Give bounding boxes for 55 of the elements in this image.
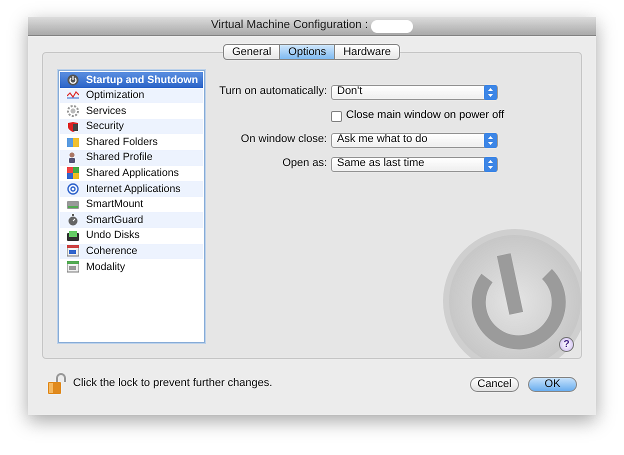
drive-icon (67, 198, 79, 211)
redaction-mark (371, 20, 414, 32)
tab[interactable]: Hardware (334, 44, 400, 60)
category-item[interactable]: Coherence (60, 244, 203, 260)
stepper-icon (484, 132, 497, 148)
field-label: Open as: (281, 157, 328, 171)
dialog-button[interactable]: OK (528, 376, 577, 392)
category-label: Optimization (86, 89, 144, 102)
category-label: Shared Folders (86, 136, 158, 148)
category-item[interactable]: Services (60, 103, 203, 119)
stepper-icon (484, 84, 497, 100)
tab[interactable]: General (223, 44, 280, 60)
category-item[interactable]: Shared Applications (60, 166, 203, 182)
category-label: Startup and Shutdown (86, 74, 198, 86)
category-label: Shared Applications (86, 167, 179, 180)
stepper-icon (484, 156, 497, 172)
category-item[interactable]: Undo Disks (60, 228, 203, 244)
checkbox[interactable]: Close main window on power off (331, 109, 504, 123)
tab[interactable]: Options (279, 44, 336, 60)
lock-message: Click the lock to prevent further changes. (73, 377, 274, 391)
dropdown[interactable]: Same as last time (331, 156, 498, 172)
category-label: Undo Disks (86, 229, 140, 242)
dialog-button[interactable]: Cancel (470, 376, 519, 392)
category-label: SmartMount (86, 198, 144, 211)
category-item[interactable]: Security (60, 118, 203, 134)
graph-icon (67, 89, 79, 102)
category-label: Internet Applications (86, 182, 181, 196)
folder-icon (67, 136, 79, 148)
category-label: Coherence (86, 245, 138, 258)
field-label: Turn on automatically: (219, 85, 328, 99)
category-label: Modality (86, 260, 126, 274)
category-label: Shared Profile (86, 151, 153, 164)
dropdown[interactable]: Ask me what to do (331, 132, 498, 148)
window-icon (67, 260, 79, 273)
window-icon (67, 245, 79, 258)
category-item[interactable]: SmartGuard (60, 212, 203, 228)
category-label: Security (86, 120, 124, 133)
category-item[interactable]: Internet Applications (60, 181, 203, 197)
field-label: On window close: (240, 133, 328, 147)
category-label: SmartGuard (86, 214, 144, 226)
category-item[interactable]: SmartMount (60, 196, 203, 212)
category-item[interactable]: Shared Folders (60, 134, 203, 150)
shield-icon (67, 120, 79, 133)
dropdown[interactable]: Don't (331, 84, 498, 100)
gear-icon (67, 104, 79, 117)
tiles-icon (67, 167, 79, 180)
power-icon (67, 74, 79, 86)
unlocked-padlock-icon[interactable] (47, 373, 67, 395)
category-item[interactable]: Startup and Shutdown (60, 72, 203, 88)
window-title: Virtual Machine Configuration : (210, 19, 368, 33)
category-item[interactable]: Shared Profile (60, 150, 203, 166)
category-item[interactable]: Modality (60, 259, 203, 275)
category-item[interactable]: Optimization (60, 88, 203, 104)
stopwatch-icon (67, 214, 79, 226)
category-label: Services (86, 104, 126, 118)
